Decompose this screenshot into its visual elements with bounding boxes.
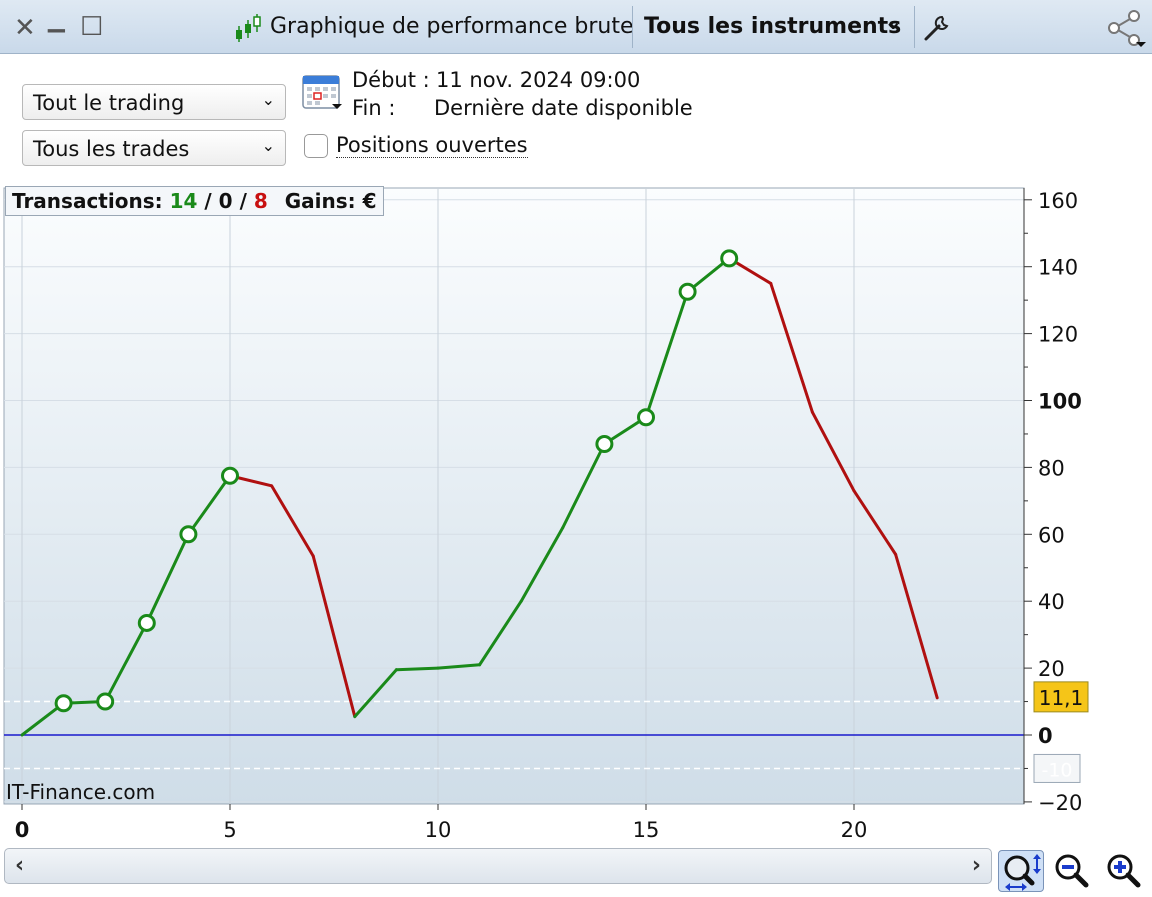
minimize-icon[interactable]: ▁ [48,8,65,34]
performance-chart[interactable]: −200204060801001201401600 5 10 15 2011,1-10 [0,184,1152,844]
window-title: Graphique de performance brute [270,14,634,39]
candlestick-icon [236,14,261,42]
y-tick-label: 0 [1038,724,1053,748]
x-tick-label: 5 [223,818,236,842]
data-point [678,282,697,301]
losing-count: 8 [253,189,268,213]
data-point [179,525,198,544]
x-tick-label: 10 [425,818,452,842]
trading-select-value: Tout le trading [33,91,185,115]
y-tick-label: 160 [1038,189,1078,213]
winning-count: 14 [169,189,198,213]
neutral-count: 0 [218,189,233,213]
open-positions-checkbox[interactable] [304,134,328,158]
separator: / [239,189,247,213]
scroll-left-arrow[interactable]: ‹ [15,853,24,878]
data-point [221,466,239,485]
y-tick-label: 140 [1038,256,1078,280]
window-titlebar: ✕ ▁ ☐ Graphique de performance brute Tou… [0,0,1152,54]
zoom-out-icon [1055,854,1089,888]
separator: / [204,189,212,213]
end-label: Fin : [352,96,396,120]
chevron-down-icon: ⌄ [261,90,275,109]
y-tick-label: −20 [1038,791,1082,815]
data-point [595,434,614,453]
lower-band-label: -10 [1041,759,1072,781]
y-tick-label: 120 [1038,323,1078,347]
currency: € [362,189,377,213]
instruments-label: Tous les instruments [644,14,902,39]
trades-select[interactable]: Tous les trades ⌄ [22,130,286,166]
horizontal-scrollbar[interactable]: ‹ › [4,848,992,884]
x-tick-label: 0 [15,818,30,842]
maximize-icon[interactable]: ☐ [80,14,103,40]
trades-select-value: Tous les trades [33,137,190,161]
zoom-out-button[interactable] [1050,850,1096,892]
close-icon[interactable]: ✕ [14,15,36,41]
zoom-fit-icon [1004,854,1041,891]
data-point [137,613,156,632]
data-point [96,692,115,711]
wrench-icon[interactable] [922,14,950,42]
gains-label: Gains: [284,189,356,213]
y-tick-label: 80 [1038,456,1065,480]
scroll-right-arrow[interactable]: › [972,853,981,878]
series-segment [394,666,440,672]
transactions-summary: Transactions: 14 / 0 / 8 Gains: € [5,186,384,216]
chevron-down-icon: ⌄ [261,136,275,155]
current-value-label: 11,1 [1039,686,1084,710]
data-point [54,694,73,713]
share-icon[interactable] [1106,10,1148,48]
plot-background [3,187,1025,805]
data-point [720,249,739,268]
trading-select[interactable]: Tout le trading ⌄ [22,84,286,120]
y-tick-label: 100 [1038,390,1082,414]
start-label: Début : [352,68,430,92]
calendar-icon[interactable] [302,72,344,114]
y-tick-label: 60 [1038,523,1065,547]
x-tick-label: 20 [841,818,868,842]
transactions-label: Transactions: [12,189,163,213]
data-point [637,408,655,427]
zoom-in-icon [1107,854,1141,888]
y-tick-label: 20 [1038,657,1065,681]
watermark: IT-Finance.com [6,780,156,804]
open-positions-label[interactable]: Positions ouvertes [336,133,528,158]
end-value: Dernière date disponible [434,96,693,120]
x-tick-label: 15 [633,818,660,842]
start-value: 11 nov. 2024 09:00 [436,68,641,92]
zoom-fit-button[interactable] [998,850,1044,892]
chevron-down-icon: ⌄ [884,10,903,35]
y-tick-label: 40 [1038,590,1065,614]
zoom-in-button[interactable] [1102,850,1148,892]
